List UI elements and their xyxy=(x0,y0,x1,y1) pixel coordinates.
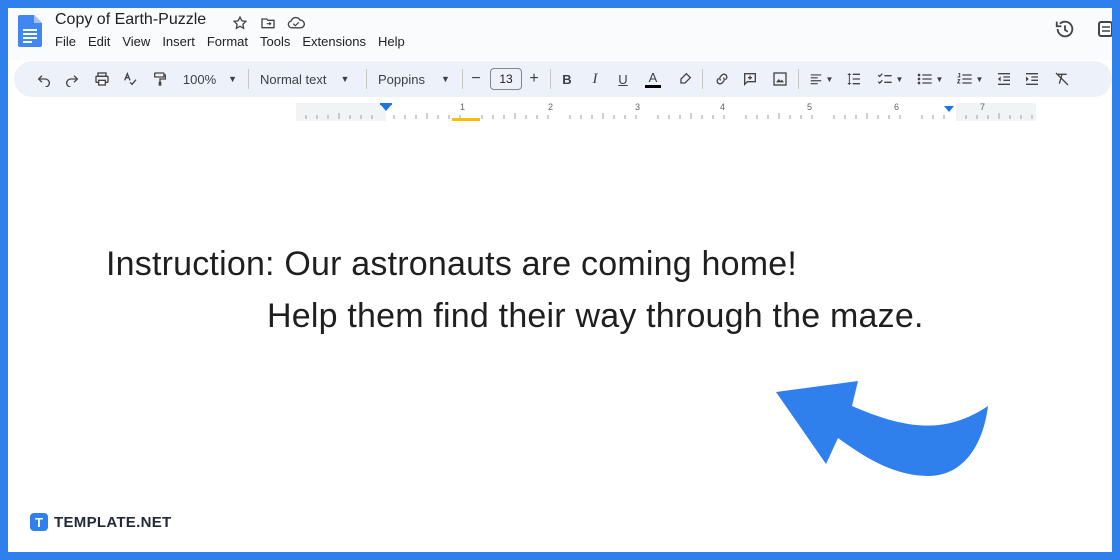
comments-icon[interactable] xyxy=(1098,18,1112,40)
curved-arrow-icon xyxy=(776,381,988,476)
menu-view[interactable]: View xyxy=(122,34,150,49)
menu-edit[interactable]: Edit xyxy=(88,34,110,49)
divider xyxy=(462,69,463,89)
ruler-ticks xyxy=(296,103,1036,121)
underline-icon[interactable]: U xyxy=(614,69,632,89)
zoom-value: 100% xyxy=(182,71,217,87)
document-page[interactable]: Instruction: Our astronauts are coming h… xyxy=(8,121,1112,552)
undo-icon[interactable] xyxy=(34,69,54,89)
instruction-line-1: Instruction: Our astronauts are coming h… xyxy=(106,245,798,283)
decrease-indent-icon[interactable] xyxy=(994,69,1014,89)
text-color-icon[interactable]: A xyxy=(644,69,662,89)
chevron-down-icon: ▼ xyxy=(440,74,450,84)
bulleted-list-icon[interactable]: ▼ xyxy=(914,69,946,89)
title-actions xyxy=(230,13,306,33)
template-logo-icon: T xyxy=(30,513,48,531)
increase-font-size-icon[interactable]: + xyxy=(526,69,542,89)
align-icon[interactable]: ▼ xyxy=(806,69,836,89)
numbered-list-icon[interactable]: ▼ xyxy=(954,69,986,89)
font-size-input[interactable]: 13 xyxy=(490,68,522,90)
divider xyxy=(798,69,799,89)
title-bar: Copy of Earth-Puzzle File Edit View Inse… xyxy=(8,8,1112,60)
ruler-number: 1 xyxy=(460,102,466,112)
highlight-icon[interactable] xyxy=(676,69,694,89)
app-frame: Copy of Earth-Puzzle File Edit View Inse… xyxy=(8,8,1112,552)
move-to-folder-icon[interactable] xyxy=(258,13,278,33)
ruler: 1 2 3 4 5 6 7 xyxy=(8,102,1112,122)
bold-icon[interactable]: B xyxy=(558,69,576,89)
chevron-down-icon: ▼ xyxy=(228,74,238,84)
decrease-font-size-icon[interactable]: − xyxy=(468,69,484,89)
insert-link-icon[interactable] xyxy=(712,69,732,89)
menu-help[interactable]: Help xyxy=(378,34,405,49)
ruler-number: 6 xyxy=(894,102,900,112)
template-net-logo: T TEMPLATE.NET xyxy=(30,513,171,531)
zoom-select[interactable]: 100% ▼ xyxy=(180,69,240,89)
chevron-down-icon: ▼ xyxy=(340,74,350,84)
insert-image-icon[interactable] xyxy=(770,69,790,89)
font-value: Poppins xyxy=(378,71,425,87)
font-select[interactable]: Poppins ▼ xyxy=(378,69,458,89)
paragraph-style-select[interactable]: Normal text ▼ xyxy=(260,69,356,89)
menu-insert[interactable]: Insert xyxy=(162,34,195,49)
spellcheck-icon[interactable] xyxy=(120,69,140,89)
divider xyxy=(366,69,367,89)
docs-logo-icon[interactable] xyxy=(18,15,42,47)
ruler-number: 5 xyxy=(807,102,813,112)
paragraph-style-value: Normal text xyxy=(260,71,327,87)
ruler-number: 7 xyxy=(980,102,986,112)
print-icon[interactable] xyxy=(92,69,112,89)
checklist-icon[interactable]: ▼ xyxy=(874,69,906,89)
instruction-line-2: Help them find their way through the maz… xyxy=(267,297,924,335)
menu-bar: File Edit View Insert Format Tools Exten… xyxy=(55,34,405,49)
menu-format[interactable]: Format xyxy=(207,34,248,49)
menu-tools[interactable]: Tools xyxy=(260,34,290,49)
document-title[interactable]: Copy of Earth-Puzzle xyxy=(55,11,206,29)
clear-formatting-icon[interactable] xyxy=(1052,69,1072,89)
divider xyxy=(248,69,249,89)
template-logo-text: TEMPLATE.NET xyxy=(54,513,172,531)
line-spacing-icon[interactable] xyxy=(844,69,864,89)
ruler-number: 3 xyxy=(635,102,641,112)
cloud-saved-icon[interactable] xyxy=(286,13,306,33)
italic-icon[interactable]: I xyxy=(586,69,604,89)
redo-icon[interactable] xyxy=(62,69,82,89)
ruler-number: 2 xyxy=(548,102,554,112)
menu-extensions[interactable]: Extensions xyxy=(302,34,366,49)
menu-file[interactable]: File xyxy=(55,34,76,49)
paint-format-icon[interactable] xyxy=(150,69,170,89)
increase-indent-icon[interactable] xyxy=(1022,69,1042,89)
divider xyxy=(702,69,703,89)
star-icon[interactable] xyxy=(230,13,250,33)
history-icon[interactable] xyxy=(1054,18,1076,40)
formatting-toolbar: 100% ▼ Normal text ▼ Poppins ▼ − 13 + B … xyxy=(14,61,1112,97)
divider xyxy=(550,69,551,89)
insert-comment-icon[interactable] xyxy=(740,69,760,89)
ruler-number: 4 xyxy=(720,102,726,112)
